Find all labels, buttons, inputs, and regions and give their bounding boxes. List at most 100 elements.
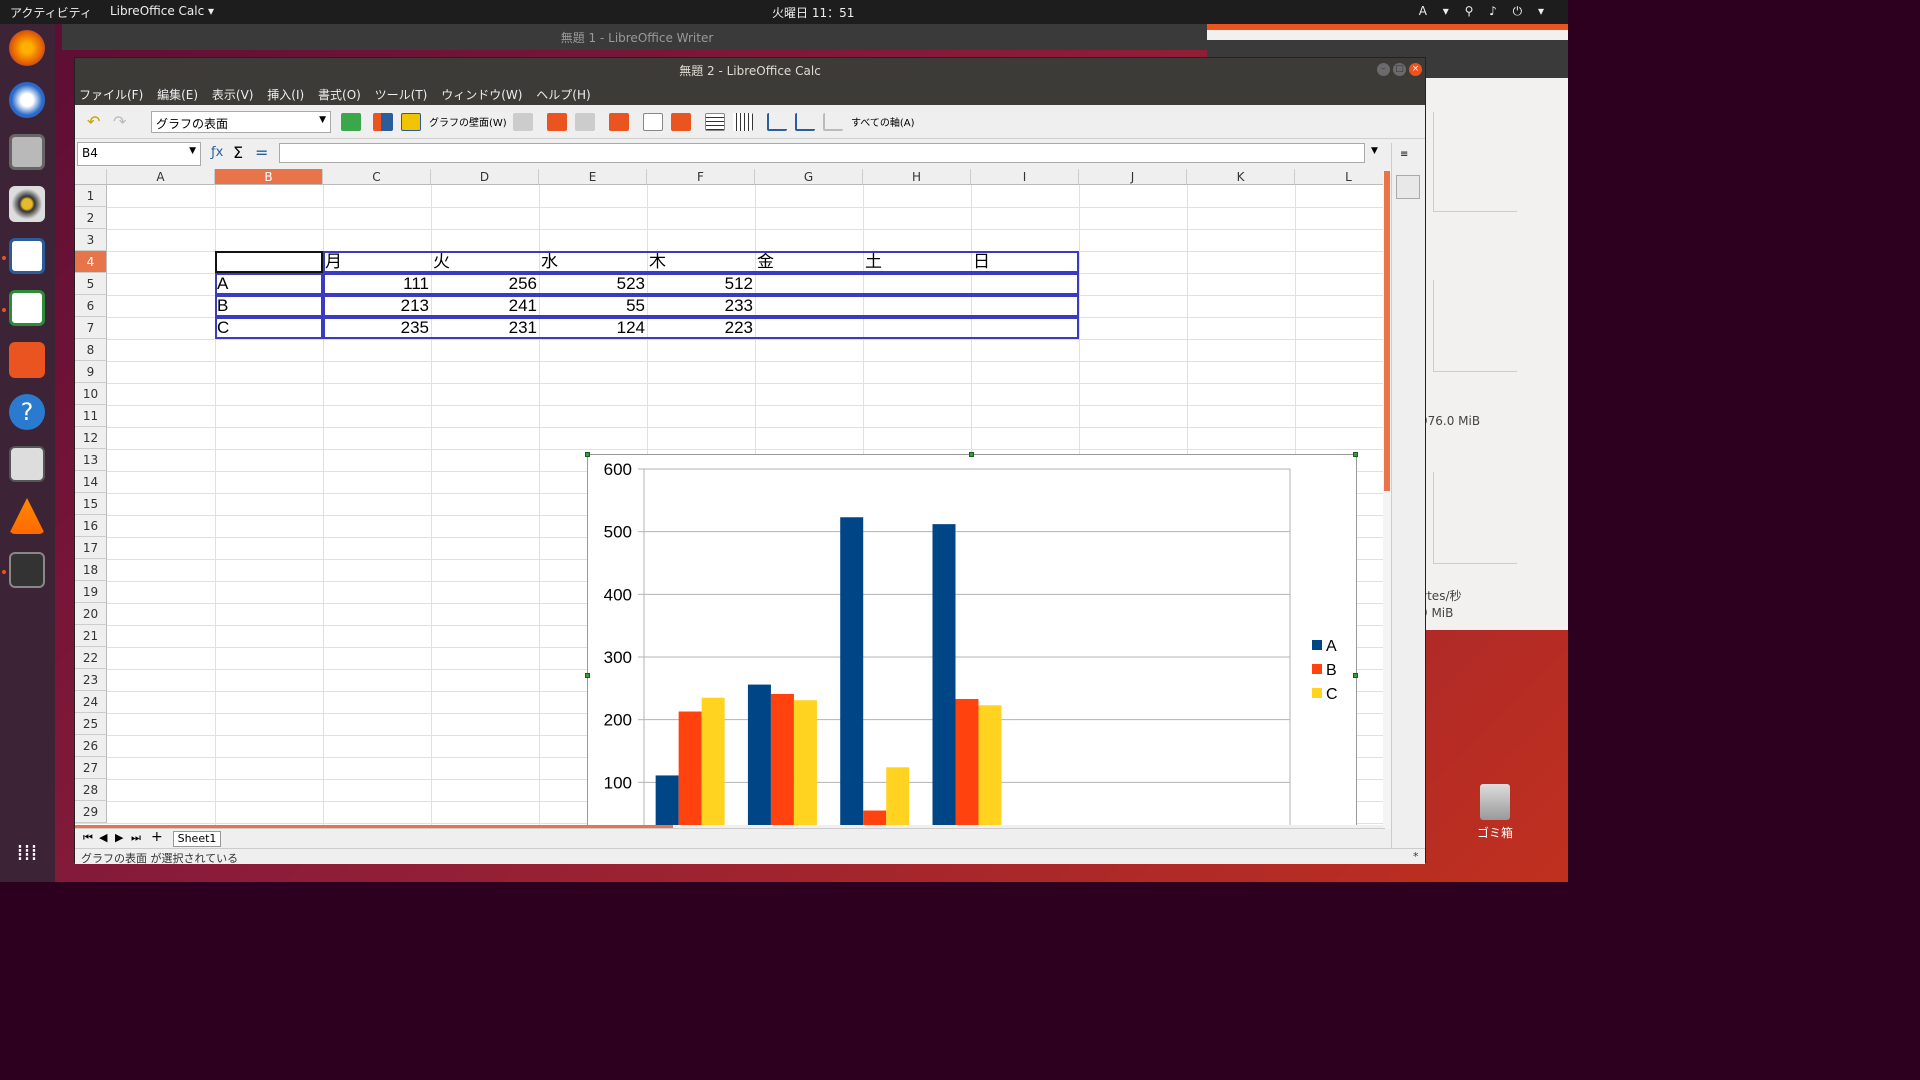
row-header[interactable]: 28 [75,779,107,801]
column-header[interactable]: L [1295,169,1385,185]
format-selection-icon[interactable] [341,113,361,131]
row-header[interactable]: 20 [75,603,107,625]
row-header[interactable]: 16 [75,515,107,537]
row-header[interactable]: 6 [75,295,107,317]
column-header[interactable]: A [107,169,215,185]
row-header[interactable]: 13 [75,449,107,471]
horizontal-grid-icon[interactable] [705,113,725,131]
activities-button[interactable]: アクティビティ [10,4,92,21]
system-monitor-icon[interactable] [9,552,45,588]
camera-icon[interactable] [9,446,45,482]
row-header[interactable]: 11 [75,405,107,427]
x-axis-icon[interactable] [767,113,787,131]
first-sheet-icon[interactable]: ⏮ [83,831,93,845]
files-icon[interactable] [9,134,45,170]
redo-icon[interactable]: ↷ [113,113,133,131]
bar-B[interactable] [863,810,887,825]
column-header[interactable]: F [647,169,755,185]
system-tray[interactable]: A ▾ ⚲ ♪ ⏻ ▾ [1419,4,1550,19]
spreadsheet-grid[interactable]: A B C D E F G H I J K L 1 2 3 4 5 6 7 8 9 10 11 12 13 14 15 16 17 18 1… [75,169,1385,825]
trash[interactable]: ゴミ箱 [1470,784,1520,841]
row-header[interactable]: 14 [75,471,107,493]
all-axes-icon[interactable] [823,113,843,131]
row-header[interactable]: 19 [75,581,107,603]
column-header[interactable]: G [755,169,863,185]
sum-icon[interactable]: Σ [233,143,243,162]
row-header[interactable]: 25 [75,713,107,735]
bar-B[interactable] [770,693,794,825]
row-header[interactable]: 23 [75,669,107,691]
resize-handle[interactable] [585,673,590,678]
row-header[interactable]: 29 [75,801,107,823]
row-header[interactable]: 4 [75,251,107,273]
thunderbird-icon[interactable] [9,82,45,118]
properties-icon[interactable] [1396,175,1420,199]
function-wizard-icon[interactable]: ƒx [211,145,223,160]
bar-B[interactable] [678,711,702,825]
formula-input[interactable] [279,143,1365,163]
minimize-button[interactable]: – [1377,63,1390,76]
row-header[interactable]: 26 [75,735,107,757]
calc-icon[interactable] [9,290,45,326]
menu-file[interactable]: ファイル(F) [79,88,143,102]
row-header[interactable]: 2 [75,207,107,229]
data-ranges-icon[interactable] [575,113,595,131]
writer-window-title[interactable]: 無題 1 - LibreOffice Writer [62,24,1212,50]
menu-window[interactable]: ウィンドウ(W) [441,88,522,102]
all-axes-label[interactable]: すべての軸(A) [851,114,915,129]
bar-C[interactable] [978,705,1002,825]
menu-tools[interactable]: ツール(T) [375,88,428,102]
menu-format[interactable]: 書式(O) [318,88,361,102]
bar-C[interactable] [793,700,817,825]
chart-element-select[interactable]: グラフの表面 ▼ [151,111,331,133]
app-grid-icon[interactable]: ⁞⁞⁞ [9,836,45,872]
prev-sheet-icon[interactable]: ◀ [99,831,107,844]
next-sheet-icon[interactable]: ▶ [115,831,123,844]
expand-formula-icon[interactable]: ▼ [1371,146,1378,156]
bar-A[interactable] [655,775,679,825]
bar-A[interactable] [932,524,956,825]
row-header[interactable]: 5 [75,273,107,295]
column-header[interactable]: I [971,169,1079,185]
row-header[interactable]: 21 [75,625,107,647]
row-header[interactable]: 10 [75,383,107,405]
row-header[interactable]: 9 [75,361,107,383]
legend-icon[interactable] [671,113,691,131]
column-header[interactable]: K [1187,169,1295,185]
add-sheet-icon[interactable]: + [151,829,163,845]
vlc-icon[interactable] [9,498,45,534]
column-header[interactable]: D [431,169,539,185]
chart-wall-label[interactable]: グラフの壁面(W) [429,114,507,129]
row-header[interactable]: 17 [75,537,107,559]
sheet-tab[interactable]: Sheet1 [173,831,221,847]
row-header[interactable]: 1 [75,185,107,207]
chart-type-icon[interactable] [373,113,393,131]
row-header[interactable]: 24 [75,691,107,713]
writer-icon[interactable] [9,238,45,274]
row-header[interactable]: 22 [75,647,107,669]
bar-C[interactable] [886,767,910,825]
close-button[interactable]: × [1409,63,1422,76]
row-header[interactable]: 3 [75,229,107,251]
resize-handle[interactable] [585,452,590,457]
maximize-button[interactable]: □ [1393,63,1406,76]
column-header[interactable]: E [539,169,647,185]
column-header[interactable]: H [863,169,971,185]
resize-handle[interactable] [1353,452,1358,457]
chart-object[interactable]: 0100200300400500600月火水木金土日ABC [585,452,1358,825]
legend-toggle-icon[interactable] [643,113,663,131]
app-menu[interactable]: LibreOffice Calc ▾ [110,4,214,18]
row-header[interactable]: 15 [75,493,107,515]
row-header[interactable]: 18 [75,559,107,581]
rhythmbox-icon[interactable] [9,186,45,222]
menu-insert[interactable]: 挿入(I) [267,88,304,102]
row-header[interactable]: 12 [75,427,107,449]
column-header[interactable]: C [323,169,431,185]
sidebar-menu-icon[interactable]: ≡ [1400,149,1408,160]
formula-icon[interactable]: = [255,143,268,162]
chart-data-icon[interactable] [609,113,629,131]
bar-A[interactable] [747,684,771,825]
resize-handle[interactable] [969,452,974,457]
undo-icon[interactable]: ↶ [87,113,107,131]
name-box[interactable]: B4 ▼ [77,142,201,166]
